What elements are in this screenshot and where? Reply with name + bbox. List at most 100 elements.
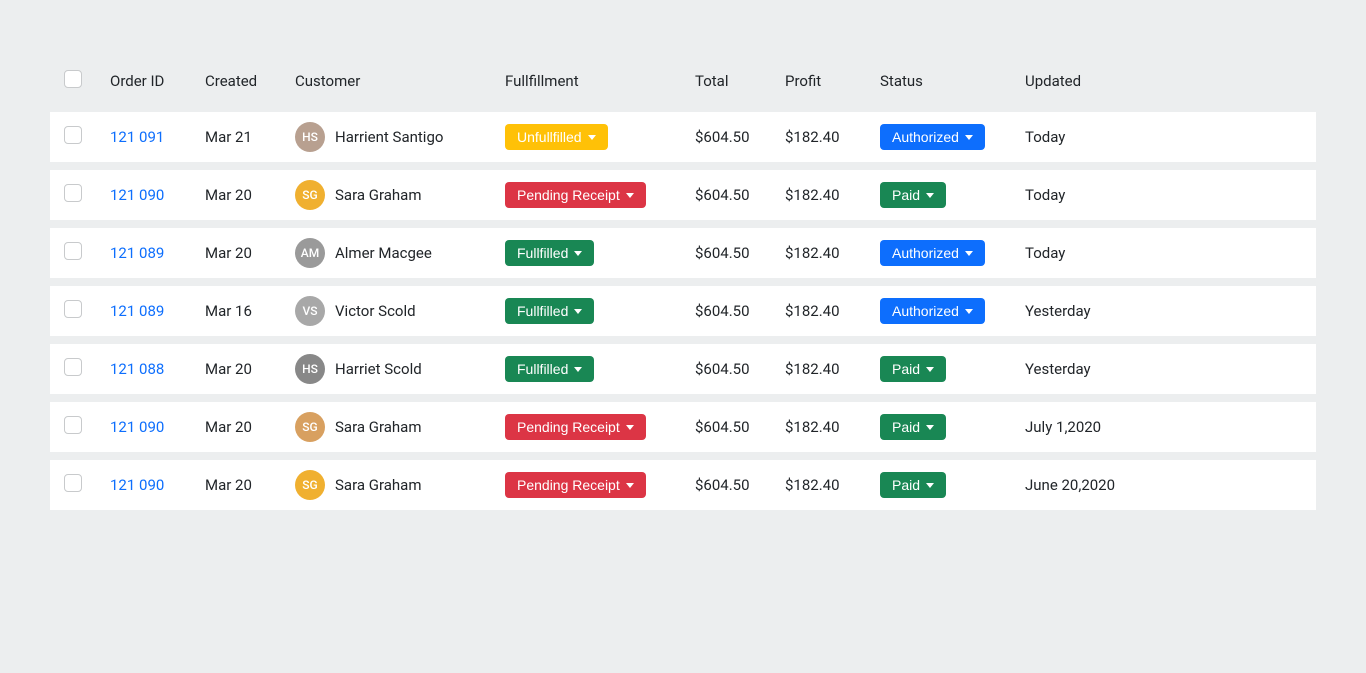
row-checkbox[interactable] — [64, 242, 82, 260]
status-dropdown[interactable]: Paid — [880, 356, 946, 382]
caret-down-icon — [965, 251, 973, 256]
customer-cell: SGSara Graham — [285, 170, 495, 220]
status-dropdown[interactable]: Authorized — [880, 124, 985, 150]
updated-cell: Today — [1015, 112, 1316, 162]
row-checkbox[interactable] — [64, 358, 82, 376]
total-cell: $604.50 — [685, 344, 775, 394]
header-profit[interactable]: Profit — [775, 58, 870, 104]
row-checkbox[interactable] — [64, 474, 82, 492]
updated-cell: June 20,2020 — [1015, 460, 1316, 510]
order-id-link[interactable]: 121 090 — [110, 476, 164, 494]
fulfillment-dropdown[interactable]: Unfullfilled — [505, 124, 608, 150]
customer-cell: SGSara Graham — [285, 460, 495, 510]
caret-down-icon — [574, 251, 582, 256]
row-checkbox-cell — [50, 170, 100, 220]
order-id-cell: 121 091 — [100, 112, 195, 162]
table-row: 121 089Mar 20AMAlmer MacgeeFullfilled$60… — [50, 228, 1316, 278]
row-checkbox[interactable] — [64, 126, 82, 144]
order-id-link[interactable]: 121 090 — [110, 418, 164, 436]
fulfillment-dropdown[interactable]: Fullfilled — [505, 356, 594, 382]
order-id-link[interactable]: 121 089 — [110, 244, 164, 262]
caret-down-icon — [926, 193, 934, 198]
fulfillment-dropdown[interactable]: Pending Receipt — [505, 414, 646, 440]
row-checkbox-cell — [50, 344, 100, 394]
status-label: Authorized — [892, 129, 959, 145]
avatar: HS — [295, 122, 325, 152]
created-cell: Mar 16 — [195, 286, 285, 336]
status-dropdown[interactable]: Paid — [880, 182, 946, 208]
caret-down-icon — [626, 425, 634, 430]
fulfillment-cell: Unfullfilled — [495, 112, 685, 162]
header-order-id[interactable]: Order ID — [100, 58, 195, 104]
row-checkbox[interactable] — [64, 416, 82, 434]
status-cell: Paid — [870, 402, 1015, 452]
fulfillment-label: Pending Receipt — [517, 477, 620, 493]
fulfillment-dropdown[interactable]: Pending Receipt — [505, 182, 646, 208]
order-id-cell: 121 088 — [100, 344, 195, 394]
total-cell: $604.50 — [685, 402, 775, 452]
header-fulfillment[interactable]: Fullfillment — [495, 58, 685, 104]
status-cell: Paid — [870, 460, 1015, 510]
status-dropdown[interactable]: Authorized — [880, 298, 985, 324]
customer-name: Sara Graham — [335, 476, 421, 494]
status-label: Paid — [892, 361, 920, 377]
order-id-link[interactable]: 121 089 — [110, 302, 164, 320]
status-dropdown[interactable]: Authorized — [880, 240, 985, 266]
header-status[interactable]: Status — [870, 58, 1015, 104]
updated-cell: Yesterday — [1015, 344, 1316, 394]
fulfillment-label: Unfullfilled — [517, 129, 582, 145]
order-id-link[interactable]: 121 088 — [110, 360, 164, 378]
profit-cell: $182.40 — [775, 170, 870, 220]
avatar: VS — [295, 296, 325, 326]
total-cell: $604.50 — [685, 112, 775, 162]
fulfillment-cell: Fullfilled — [495, 344, 685, 394]
total-cell: $604.50 — [685, 460, 775, 510]
fulfillment-dropdown[interactable]: Fullfilled — [505, 240, 594, 266]
status-cell: Authorized — [870, 112, 1015, 162]
fulfillment-label: Pending Receipt — [517, 419, 620, 435]
order-id-link[interactable]: 121 091 — [110, 128, 164, 146]
row-checkbox[interactable] — [64, 300, 82, 318]
order-id-cell: 121 089 — [100, 286, 195, 336]
order-id-link[interactable]: 121 090 — [110, 186, 164, 204]
row-checkbox-cell — [50, 402, 100, 452]
status-cell: Paid — [870, 344, 1015, 394]
table-row: 121 091Mar 21HSHarrient SantigoUnfullfil… — [50, 112, 1316, 162]
created-cell: Mar 20 — [195, 460, 285, 510]
caret-down-icon — [965, 135, 973, 140]
orders-table: Order ID Created Customer Fullfillment T… — [50, 50, 1316, 518]
avatar: AM — [295, 238, 325, 268]
status-dropdown[interactable]: Paid — [880, 414, 946, 440]
created-cell: Mar 20 — [195, 170, 285, 220]
header-customer[interactable]: Customer — [285, 58, 495, 104]
row-checkbox-cell — [50, 112, 100, 162]
customer-cell: HSHarriet Scold — [285, 344, 495, 394]
profit-cell: $182.40 — [775, 286, 870, 336]
status-dropdown[interactable]: Paid — [880, 472, 946, 498]
updated-cell: July 1,2020 — [1015, 402, 1316, 452]
customer-cell: HS Harrient Santigo — [285, 112, 495, 162]
caret-down-icon — [926, 367, 934, 372]
status-label: Paid — [892, 187, 920, 203]
customer-cell: SGSara Graham — [285, 402, 495, 452]
fulfillment-dropdown[interactable]: Pending Receipt — [505, 472, 646, 498]
fulfillment-cell: Pending Receipt — [495, 170, 685, 220]
status-label: Authorized — [892, 303, 959, 319]
header-created[interactable]: Created — [195, 58, 285, 104]
profit-cell: $182.40 — [775, 344, 870, 394]
row-checkbox[interactable] — [64, 184, 82, 202]
fulfillment-dropdown[interactable]: Fullfilled — [505, 298, 594, 324]
avatar: SG — [295, 412, 325, 442]
status-label: Paid — [892, 419, 920, 435]
row-checkbox-cell — [50, 460, 100, 510]
fulfillment-label: Pending Receipt — [517, 187, 620, 203]
customer-name: Harrient Santigo — [335, 128, 443, 146]
status-label: Authorized — [892, 245, 959, 261]
customer-name: Sara Graham — [335, 186, 421, 204]
select-all-checkbox[interactable] — [64, 70, 82, 88]
header-updated[interactable]: Updated — [1015, 58, 1316, 104]
header-total[interactable]: Total — [685, 58, 775, 104]
order-id-cell: 121 089 — [100, 228, 195, 278]
fulfillment-cell: Pending Receipt — [495, 460, 685, 510]
table-row: 121 090 Mar 20SGSara Graham Pending Receip… — [50, 460, 1316, 510]
